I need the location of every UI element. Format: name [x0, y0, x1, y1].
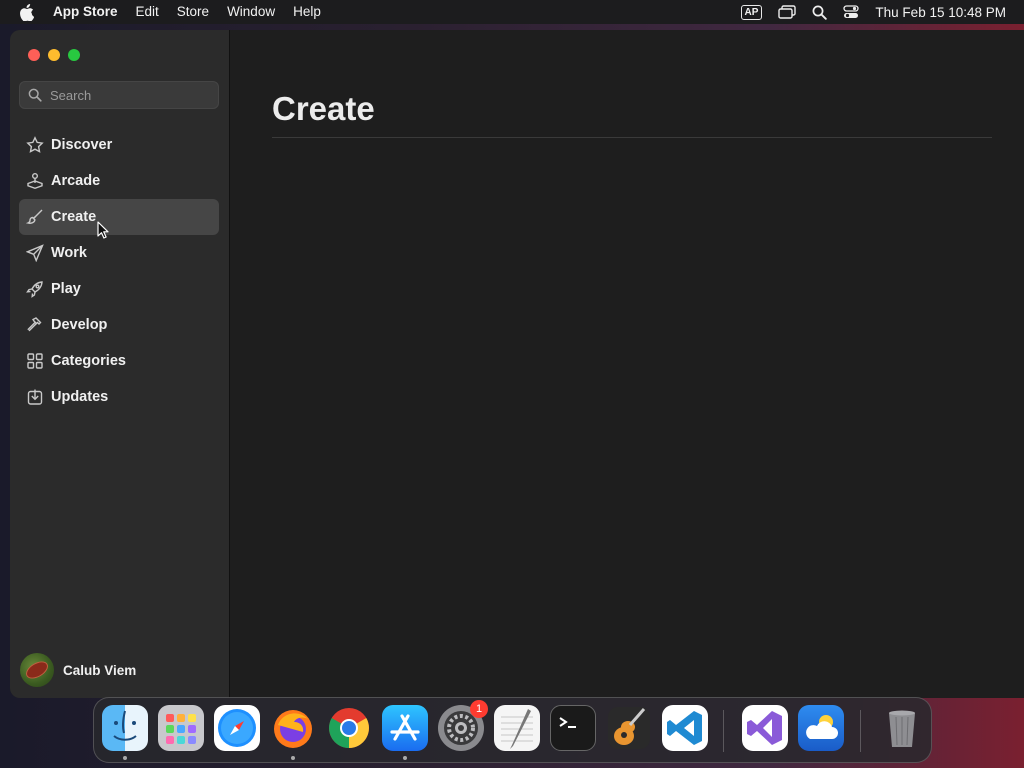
system-settings-icon[interactable]: 1 — [438, 700, 488, 751]
textedit-icon[interactable] — [494, 705, 540, 751]
sidebar-item-create[interactable]: Create — [19, 199, 219, 235]
vscode-icon[interactable] — [662, 705, 708, 751]
sidebar-item-label: Work — [51, 245, 87, 261]
grid-icon — [19, 352, 51, 370]
app-store-running-indicator — [403, 756, 407, 760]
input-source-label: AP — [740, 4, 763, 20]
avatar — [20, 653, 54, 687]
finder-icon[interactable] — [102, 705, 148, 751]
rocket-icon — [19, 280, 51, 298]
sidebar-item-play[interactable]: Play — [19, 271, 219, 307]
paintbrush-icon — [19, 208, 51, 226]
sidebar-item-discover[interactable]: Discover — [19, 127, 219, 163]
sidebar-item-label: Updates — [51, 389, 109, 405]
sidebar-item-develop[interactable]: Develop — [19, 307, 219, 343]
joystick-icon — [19, 172, 51, 190]
dock-separator — [860, 710, 861, 752]
menu-edit[interactable]: Edit — [127, 0, 168, 24]
launchpad-icon[interactable] — [158, 705, 204, 751]
window-controls — [28, 49, 80, 61]
hammer-icon — [19, 316, 51, 334]
mouse-cursor-icon — [97, 221, 109, 244]
menu-store[interactable]: Store — [168, 0, 218, 24]
menu-window[interactable]: Window — [218, 0, 284, 24]
account-button[interactable]: Calub Viem — [20, 653, 136, 687]
firefox-icon[interactable] — [270, 705, 316, 751]
sidebar-item-label: Categories — [51, 353, 126, 369]
app-store-window: Discover Arcade Create Work — [10, 30, 1024, 698]
menu-app-name[interactable]: App Store — [52, 0, 127, 24]
sidebar-item-work[interactable]: Work — [19, 235, 219, 271]
sidebar-item-updates[interactable]: Updates — [19, 379, 219, 415]
menu-bar: App Store Edit Store Window Help AP Thu … — [0, 0, 1024, 24]
sidebar-item-categories[interactable]: Categories — [19, 343, 219, 379]
paperplane-icon — [19, 244, 51, 262]
screen-mirroring-icon[interactable] — [778, 0, 797, 24]
weather-icon[interactable] — [798, 705, 844, 751]
title-divider — [272, 137, 992, 138]
safari-icon[interactable] — [214, 705, 260, 751]
close-button[interactable] — [28, 49, 40, 61]
sidebar-item-label: Create — [51, 209, 97, 225]
menu-help[interactable]: Help — [284, 0, 330, 24]
apple-menu-icon[interactable] — [0, 0, 52, 24]
zoom-button[interactable] — [68, 49, 80, 61]
notification-badge: 1 — [470, 700, 488, 718]
menubar-clock[interactable]: Thu Feb 15 10:48 PM — [875, 5, 1006, 20]
page-title: Create — [272, 90, 375, 127]
control-center-icon[interactable] — [843, 0, 860, 24]
dock: 1 — [93, 697, 932, 763]
input-source-icon[interactable]: AP — [740, 0, 763, 24]
sidebar-item-arcade[interactable]: Arcade — [19, 163, 219, 199]
dock-separator — [723, 710, 724, 752]
sidebar-item-label: Discover — [51, 137, 113, 153]
download-icon — [19, 388, 51, 406]
sidebar-nav: Discover Arcade Create Work Play Develop… — [19, 127, 219, 415]
spotlight-search-icon[interactable] — [812, 0, 828, 24]
minimize-button[interactable] — [48, 49, 60, 61]
garageband-icon[interactable] — [606, 705, 652, 751]
sidebar: Discover Arcade Create Work — [10, 30, 230, 698]
star-icon — [19, 136, 51, 154]
sidebar-item-label: Arcade — [51, 173, 101, 189]
main-content: Create — [231, 30, 1024, 698]
terminal-icon[interactable] — [550, 705, 596, 751]
firefox-running-indicator — [291, 756, 295, 760]
search-input[interactable] — [50, 87, 200, 103]
chrome-icon[interactable] — [326, 705, 372, 751]
search-field[interactable] — [19, 81, 219, 109]
app-store-icon[interactable] — [382, 705, 428, 751]
trash-icon[interactable] — [879, 705, 925, 751]
search-icon — [28, 88, 42, 102]
user-name: Calub Viem — [63, 662, 137, 678]
finder-running-indicator — [123, 756, 127, 760]
visual-studio-icon[interactable] — [742, 705, 788, 751]
sidebar-item-label: Play — [51, 281, 81, 297]
sidebar-item-label: Develop — [51, 317, 108, 333]
